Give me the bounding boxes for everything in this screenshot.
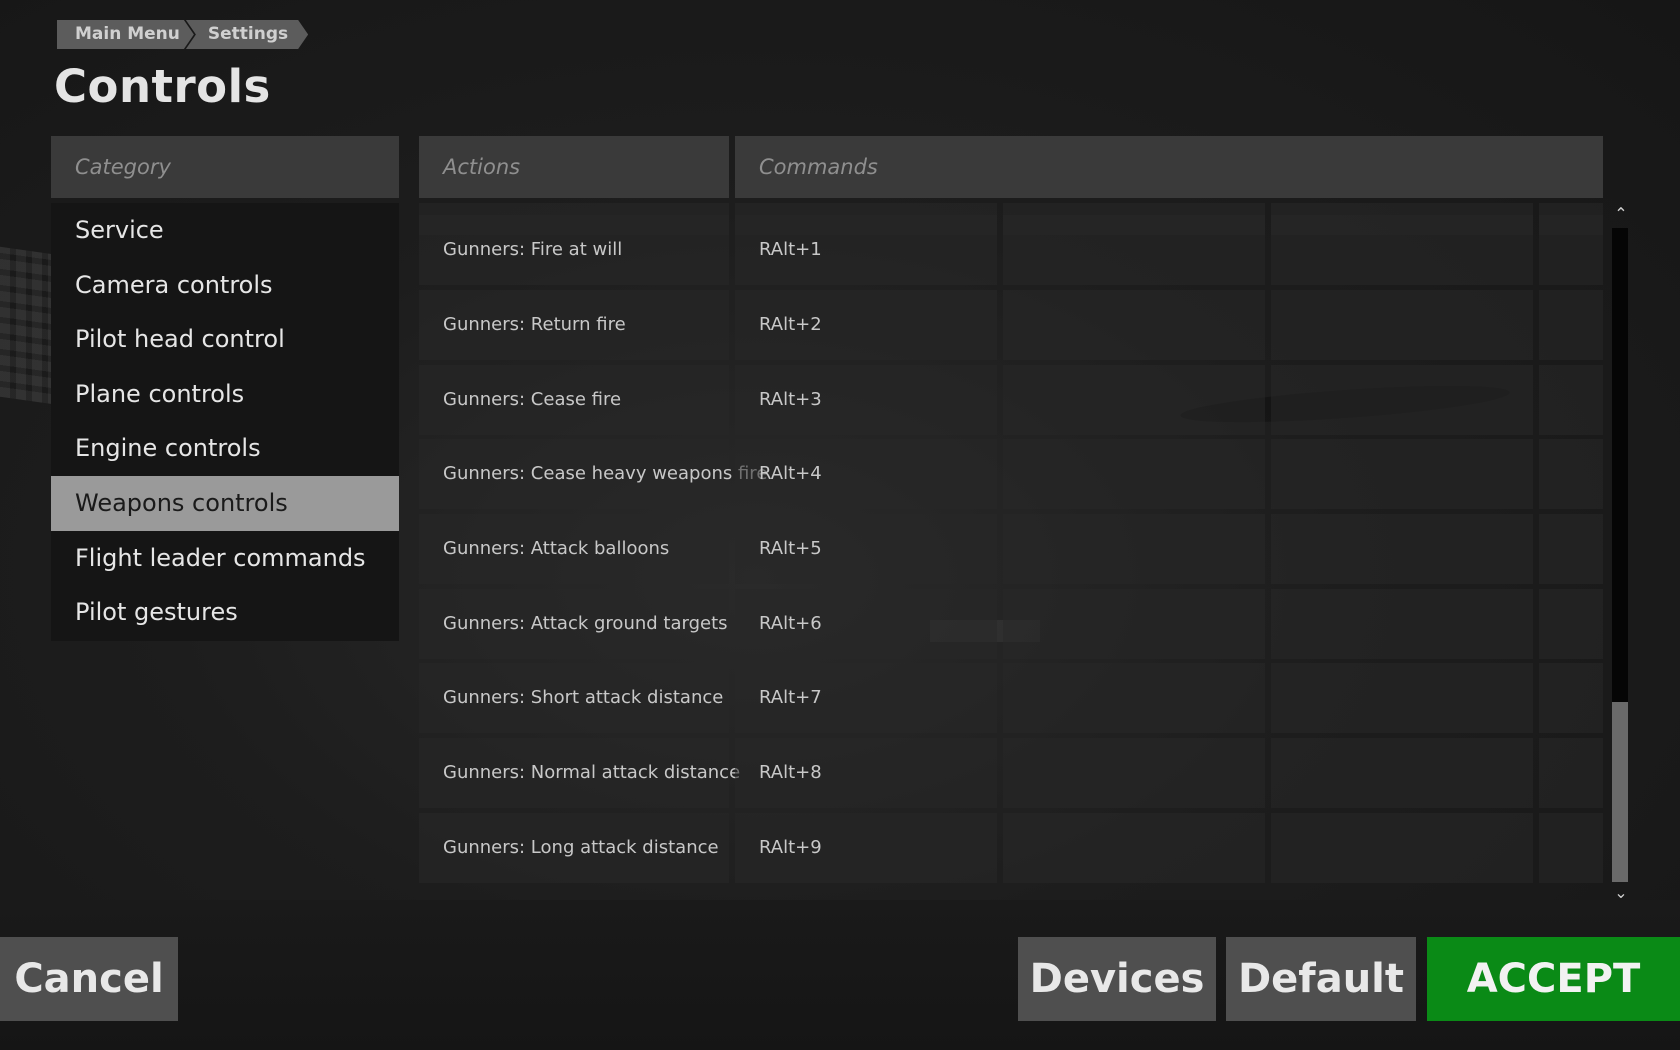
category-item-pilot-gestures[interactable]: Pilot gestures xyxy=(51,585,399,640)
command-cell-alt[interactable] xyxy=(1271,290,1533,360)
command-cell-alt[interactable] xyxy=(1003,738,1265,808)
command-cell-alt[interactable] xyxy=(1539,215,1603,285)
command-cell-alt[interactable] xyxy=(1003,813,1265,883)
table-row[interactable]: Gunners: Attack balloons RAlt+5 xyxy=(419,514,1603,584)
category-item-pilot-head-control[interactable]: Pilot head control xyxy=(51,312,399,367)
command-cell-alt[interactable] xyxy=(1003,365,1265,435)
action-cell: Gunners: Attack balloons xyxy=(419,514,729,584)
category-list: Service Camera controls Pilot head contr… xyxy=(51,203,399,641)
command-cell[interactable]: RAlt+3 xyxy=(735,365,997,435)
command-cell[interactable]: RAlt+5 xyxy=(735,514,997,584)
command-cell-alt[interactable] xyxy=(1539,290,1603,360)
table-row[interactable]: Gunners: Attack ground targets RAlt+6 xyxy=(419,589,1603,659)
table-row[interactable]: Gunners: Normal attack distance RAlt+8 xyxy=(419,738,1603,808)
command-cell-alt[interactable] xyxy=(1271,439,1533,509)
table-row[interactable]: Gunners: Fire at will RAlt+1 xyxy=(419,215,1603,285)
command-cell-alt[interactable] xyxy=(1271,738,1533,808)
command-cell-alt[interactable] xyxy=(1003,439,1265,509)
action-cell: Gunners: Attack ground targets xyxy=(419,589,729,659)
page-title: Controls xyxy=(54,60,271,113)
action-cell: Gunners: Cease fire xyxy=(419,365,729,435)
chevron-up-icon[interactable]: ⌃ xyxy=(1612,205,1630,223)
command-cell-alt[interactable] xyxy=(1003,514,1265,584)
action-cell: Gunners: Cease heavy weapons fire xyxy=(419,439,767,509)
command-cell[interactable]: RAlt+8 xyxy=(735,738,997,808)
command-cell-alt[interactable] xyxy=(1271,663,1533,733)
accept-button[interactable]: ACCEPT xyxy=(1427,937,1680,1021)
action-cell: Gunners: Normal attack distance xyxy=(419,738,740,808)
actions-header: Actions xyxy=(419,136,729,198)
category-item-flight-leader-commands[interactable]: Flight leader commands xyxy=(51,531,399,586)
category-item-weapons-controls[interactable]: Weapons controls xyxy=(51,475,399,531)
action-cell: Gunners: Long attack distance xyxy=(419,813,729,883)
command-cell-alt[interactable] xyxy=(1003,589,1265,659)
category-item-camera-controls[interactable]: Camera controls xyxy=(51,258,399,313)
action-cell: Gunners: Return fire xyxy=(419,290,729,360)
table-row[interactable]: Gunners: Long attack distance RAlt+9 xyxy=(419,813,1603,883)
command-cell-alt[interactable] xyxy=(1271,365,1533,435)
breadcrumb-settings[interactable]: Settings xyxy=(186,20,308,49)
breadcrumb-main-menu[interactable]: Main Menu xyxy=(57,20,194,49)
command-cell-alt[interactable] xyxy=(1539,439,1603,509)
command-cell-alt[interactable] xyxy=(1539,514,1603,584)
breadcrumb: Main Menu Settings xyxy=(57,20,308,49)
commands-header: Commands xyxy=(735,136,1603,198)
command-cell-alt[interactable] xyxy=(1003,290,1265,360)
command-cell[interactable]: RAlt+9 xyxy=(735,813,997,883)
command-cell[interactable]: RAlt+2 xyxy=(735,290,997,360)
command-cell-alt[interactable] xyxy=(1271,215,1533,285)
category-item-plane-controls[interactable]: Plane controls xyxy=(51,367,399,422)
table-row[interactable]: Gunners: Cease heavy weapons fire RAlt+4 xyxy=(419,439,1603,509)
command-cell-alt[interactable] xyxy=(1539,589,1603,659)
command-cell-alt[interactable] xyxy=(1539,738,1603,808)
command-cell-alt[interactable] xyxy=(1003,663,1265,733)
command-cell[interactable]: RAlt+1 xyxy=(735,215,997,285)
command-cell[interactable]: RAlt+7 xyxy=(735,663,997,733)
devices-button[interactable]: Devices xyxy=(1018,937,1216,1021)
action-cell: Gunners: Fire at will xyxy=(419,215,729,285)
command-cell-alt[interactable] xyxy=(1539,663,1603,733)
command-cell[interactable]: RAlt+6 xyxy=(735,589,997,659)
command-cell[interactable]: RAlt+4 xyxy=(735,439,997,509)
scrollbar-thumb[interactable] xyxy=(1612,702,1628,882)
table-row[interactable]: Gunners: Cease fire RAlt+3 xyxy=(419,365,1603,435)
command-cell-alt[interactable] xyxy=(1539,365,1603,435)
command-cell-alt[interactable] xyxy=(1271,813,1533,883)
chevron-down-icon[interactable]: ⌄ xyxy=(1612,884,1630,902)
bindings-table: Gunners: Fire at will RAlt+1 Gunners: Retu… xyxy=(419,203,1603,900)
command-cell-alt[interactable] xyxy=(1271,589,1533,659)
cancel-button[interactable]: Cancel xyxy=(0,937,178,1021)
action-cell: Gunners: Short attack distance xyxy=(419,663,729,733)
command-cell-alt[interactable] xyxy=(1539,813,1603,883)
category-item-service[interactable]: Service xyxy=(51,203,399,258)
default-button[interactable]: Default xyxy=(1226,937,1416,1021)
command-cell-alt[interactable] xyxy=(1271,514,1533,584)
category-header: Category xyxy=(51,136,399,198)
table-row[interactable]: Gunners: Short attack distance RAlt+7 xyxy=(419,663,1603,733)
category-item-engine-controls[interactable]: Engine controls xyxy=(51,421,399,476)
command-cell-alt[interactable] xyxy=(1003,215,1265,285)
scrollbar[interactable] xyxy=(1612,228,1628,882)
table-row[interactable]: Gunners: Return fire RAlt+2 xyxy=(419,290,1603,360)
